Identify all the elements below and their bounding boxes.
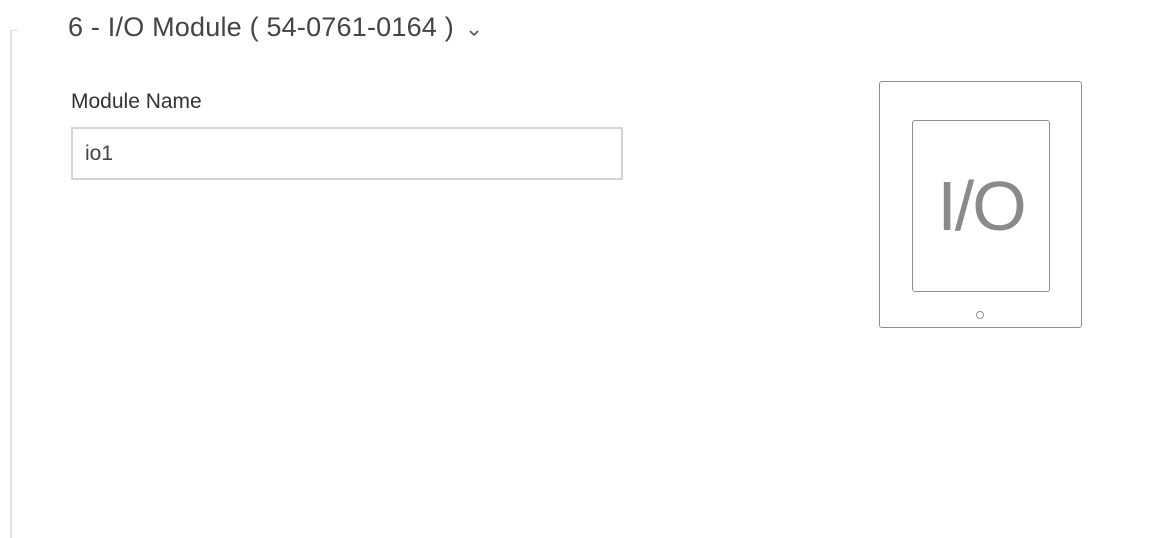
device-screen-text: I/O bbox=[937, 167, 1026, 245]
module-name-input[interactable] bbox=[71, 127, 623, 180]
section-header[interactable]: 6 - I/O Module ( 54-0761-0164 ) bbox=[68, 12, 480, 43]
chevron-down-icon[interactable] bbox=[468, 25, 480, 36]
section-frame-line bbox=[10, 30, 12, 538]
device-screen: I/O bbox=[912, 120, 1050, 292]
module-name-label: Module Name bbox=[71, 90, 202, 113]
device-module-icon: I/O bbox=[879, 81, 1082, 328]
section-title: 6 - I/O Module ( 54-0761-0164 ) bbox=[68, 12, 454, 42]
device-button-icon bbox=[976, 311, 984, 319]
section-frame-tick bbox=[10, 30, 18, 31]
